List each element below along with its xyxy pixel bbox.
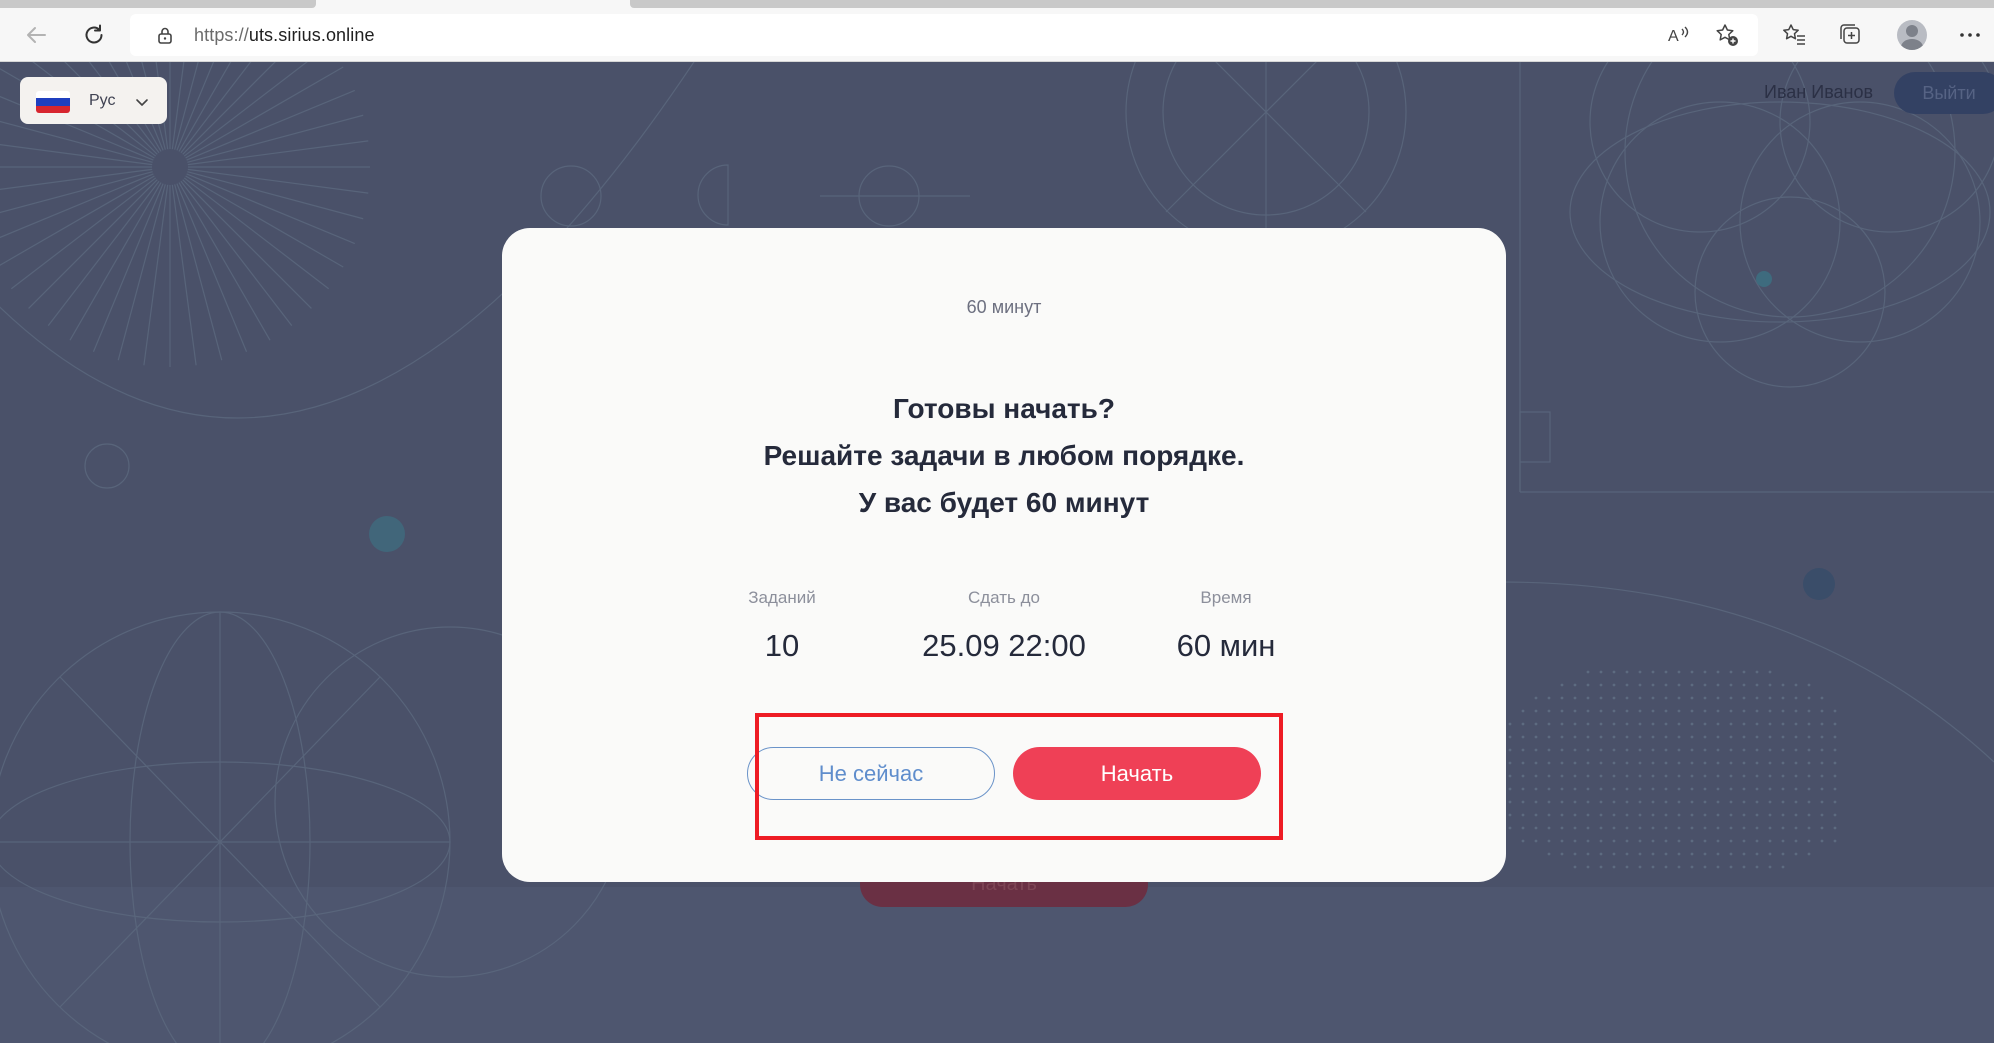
profile-avatar[interactable] bbox=[1897, 20, 1927, 50]
tab-strip bbox=[0, 0, 316, 8]
url-host: uts.sirius.online bbox=[248, 25, 375, 45]
tab-strip bbox=[630, 0, 1994, 8]
stat-label: Время bbox=[1200, 588, 1252, 607]
stat-label: Сдать до bbox=[967, 588, 1041, 607]
language-label: Рус bbox=[89, 92, 116, 109]
lock-icon[interactable] bbox=[155, 25, 175, 45]
headline-line: Решайте задачи в любом порядке. bbox=[763, 440, 1245, 471]
stat-label: Заданий bbox=[748, 588, 816, 607]
add-favorite-icon[interactable] bbox=[1712, 20, 1742, 50]
back-arrow-icon[interactable] bbox=[20, 19, 52, 51]
favorites-icon[interactable] bbox=[1779, 20, 1809, 50]
url-text: https://uts.sirius.online bbox=[194, 25, 375, 46]
language-selector[interactable]: Рус bbox=[20, 77, 167, 124]
stat-deadline: Сдать до 25.09 22:00 bbox=[874, 588, 1134, 664]
dot-grid-decoration bbox=[1508, 670, 1837, 869]
chevron-down-icon bbox=[136, 99, 148, 106]
stat-value: 60 мин bbox=[1176, 628, 1276, 663]
highlight-frame bbox=[755, 713, 1283, 840]
flag-stripe-blue bbox=[36, 98, 70, 106]
browser-toolbar: https://uts.sirius.online A bbox=[0, 0, 1994, 62]
collections-icon[interactable] bbox=[1836, 20, 1866, 50]
stat-tasks: Заданий 10 bbox=[652, 588, 912, 664]
refresh-icon[interactable] bbox=[78, 19, 110, 51]
stat-time: Время 60 мин bbox=[1096, 588, 1356, 664]
test-stats: Заданий 10 Сдать до 25.09 22:00 Время 60… bbox=[502, 588, 1506, 688]
svg-text:A: A bbox=[1668, 28, 1679, 45]
headline-line: Готовы начать? bbox=[893, 393, 1115, 424]
dialog-headline: Готовы начать? Решайте задачи в любом по… bbox=[502, 385, 1506, 526]
logout-button[interactable]: Выйти bbox=[1894, 72, 1994, 114]
stat-value: 25.09 22:00 bbox=[922, 628, 1086, 663]
flag-stripe-red bbox=[36, 105, 70, 113]
read-aloud-icon[interactable]: A bbox=[1664, 20, 1694, 50]
flag-stripe-white bbox=[36, 91, 70, 99]
duration-label: 60 минут bbox=[966, 297, 1042, 317]
user-name: Иван Иванов bbox=[1764, 82, 1874, 102]
stat-value: 10 bbox=[764, 628, 800, 663]
address-bar[interactable]: https://uts.sirius.online bbox=[130, 14, 1758, 56]
url-scheme: https:// bbox=[194, 25, 249, 45]
headline-line: У вас будет 60 минут bbox=[858, 487, 1150, 518]
russia-flag-icon bbox=[36, 91, 70, 113]
more-icon[interactable] bbox=[1955, 20, 1985, 50]
